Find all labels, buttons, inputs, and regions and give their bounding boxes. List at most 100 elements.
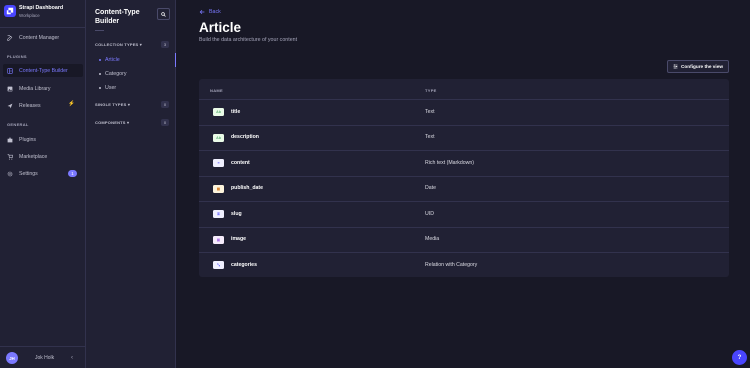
nav-label: Media Library (19, 85, 51, 92)
field-type: Date (425, 185, 436, 191)
collection-label: Category (105, 71, 127, 77)
back-label: Back (209, 9, 221, 15)
collection-item-article[interactable]: Article (99, 57, 120, 63)
table-row[interactable]: ⚿ slug UID (199, 201, 729, 227)
collection-label: User (105, 85, 117, 91)
page-subtitle: Build the data architecture of your cont… (199, 37, 298, 43)
field-name: image (231, 236, 246, 242)
brand[interactable]: Strapi Dashboard Workplace (4, 4, 84, 22)
collection-count-badge: 3 (161, 41, 169, 48)
avatar[interactable]: JH (6, 352, 18, 364)
field-type: Relation with Category (425, 261, 478, 268)
nav-label: Releases (19, 102, 41, 109)
field-type: UID (425, 210, 434, 217)
field-type: Media (425, 236, 440, 242)
subnav-title: Content-Type Builder (95, 9, 140, 25)
main-nav: Strapi Dashboard Workplace Content Manag… (0, 0, 86, 368)
divider (95, 30, 104, 31)
group-label: COLLECTION TYPES (95, 42, 139, 47)
text-icon: Ab (213, 133, 224, 142)
bullet-icon (99, 73, 101, 75)
single-types-toggle[interactable]: SINGLE TYPES ▾ (95, 102, 130, 107)
table-row[interactable]: Ab title Text (199, 99, 729, 125)
table-row[interactable]: Ab description Text (199, 124, 729, 151)
puzzle-icon (7, 137, 13, 143)
search-icon (161, 11, 166, 17)
field-type: Rich text (Markdown) (425, 159, 475, 166)
user-name[interactable]: Jok Holk (35, 355, 54, 361)
page-title: Article (199, 20, 242, 35)
layout-icon (7, 67, 13, 74)
cart-icon (7, 153, 13, 160)
back-link[interactable]: Back (199, 9, 221, 15)
nav-marketplace[interactable]: Marketplace (3, 150, 83, 163)
sub-nav: Content-Type Builder COLLECTION TYPES ▾ … (86, 0, 176, 368)
settings-badge: 1 (68, 170, 77, 177)
bullet-icon (99, 87, 101, 89)
nav-label: Content-Type Builder (19, 67, 68, 74)
nav-content-type-builder[interactable]: Content-Type Builder (3, 64, 83, 77)
field-name: categories (231, 261, 257, 268)
image-icon: ▣ (213, 235, 224, 244)
divider (0, 27, 86, 28)
richtext-icon: ≡ (213, 159, 224, 167)
collection-label: Article (105, 57, 120, 63)
key-icon: ⚿ (213, 210, 224, 218)
group-label: COMPONENTS (95, 120, 126, 125)
brand-subtitle: Workplace (19, 13, 40, 18)
brand-title: Strapi Dashboard (19, 5, 64, 11)
field-name: publish_date (231, 185, 263, 191)
single-count-badge: 0 (161, 101, 169, 108)
image-icon (7, 86, 13, 92)
nav-label: Marketplace (19, 153, 48, 160)
strapi-logo-icon (4, 5, 16, 17)
nav-plugins[interactable]: Plugins (3, 133, 83, 146)
help-button[interactable]: ? (732, 350, 747, 365)
section-plugins: PLUGINS (7, 54, 27, 59)
collection-item-user[interactable]: User (99, 85, 116, 91)
components-count-badge: 0 (161, 119, 169, 126)
chevron-down-icon: ▾ (139, 42, 142, 47)
collapse-nav-icon[interactable]: ‹ (71, 355, 73, 361)
nav-label: Settings (19, 170, 38, 177)
nav-media-library[interactable]: Media Library (3, 82, 83, 95)
field-type: Text (425, 108, 435, 115)
paper-plane-icon (7, 103, 13, 109)
components-toggle[interactable]: COMPONENTS ▾ (95, 120, 129, 125)
gear-icon (7, 171, 13, 177)
sliders-icon (673, 64, 678, 69)
table-row[interactable]: ≡ content Rich text (Markdown) (199, 150, 729, 176)
chevron-down-icon: ▾ (127, 102, 131, 107)
lightning-icon: ⚡ (68, 101, 75, 107)
field-type: Text (425, 134, 435, 140)
field-name: title (231, 108, 241, 115)
nav-content-manager[interactable]: Content Manager (3, 31, 83, 44)
collection-item-category[interactable]: Category (99, 71, 127, 77)
column-header-name: NAME (210, 88, 223, 93)
table-row[interactable]: ▦ publish_date Date (199, 175, 729, 202)
divider (0, 346, 86, 347)
calendar-icon: ▦ (213, 184, 224, 193)
active-indicator (175, 53, 176, 67)
pencil-icon (7, 34, 13, 41)
field-name: content (231, 159, 250, 166)
table-row[interactable]: ▣ image Media (199, 226, 729, 253)
field-name: slug (231, 210, 242, 217)
nav-label: Content Manager (19, 34, 60, 41)
configure-label: Configure the view (681, 64, 723, 69)
relation-icon: ⤡ (213, 261, 224, 269)
chevron-down-icon: ▾ (126, 120, 130, 125)
column-header-type: TYPE (425, 88, 437, 93)
configure-view-button[interactable]: Configure the view (667, 60, 729, 73)
text-icon: Ab (213, 108, 224, 116)
bullet-icon (99, 59, 101, 61)
table-row[interactable]: ⤡ categories Relation with Category (199, 252, 729, 278)
arrow-left-icon (199, 9, 205, 15)
group-label: SINGLE TYPES (95, 102, 127, 107)
field-name: description (231, 134, 259, 140)
fields-table: NAME TYPE Ab title Text Ab description Text ≡ c… (199, 79, 729, 277)
section-general: GENERAL (7, 122, 29, 127)
search-button[interactable] (157, 8, 170, 20)
collection-types-toggle[interactable]: COLLECTION TYPES ▾ (95, 42, 142, 47)
nav-label: Plugins (19, 136, 37, 143)
